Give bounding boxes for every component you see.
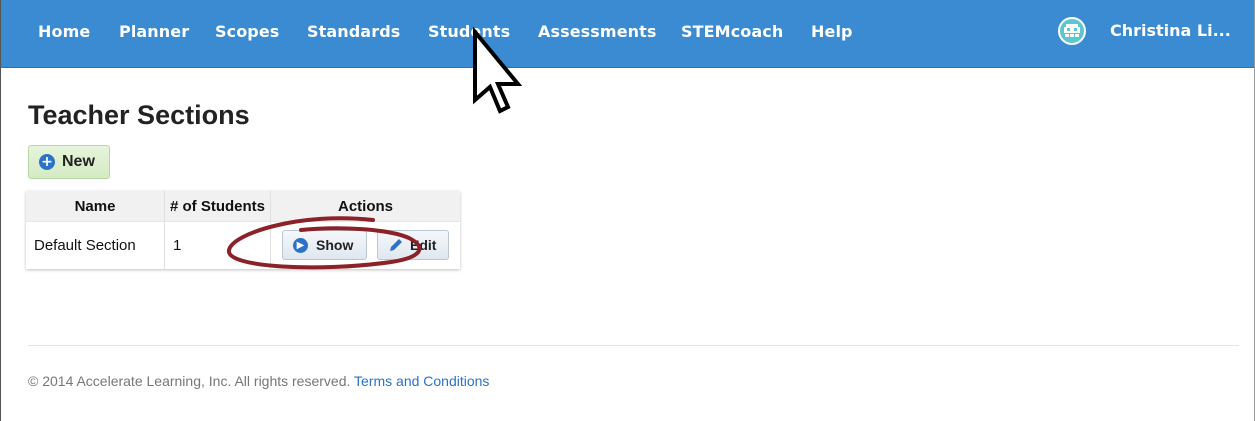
user-menu[interactable]: Christina Li... <box>1110 21 1231 40</box>
footer-divider <box>28 345 1239 346</box>
nav-students[interactable]: Students <box>428 22 510 41</box>
table-header-row: Name # of Students Actions <box>26 191 460 222</box>
arrow-right-circle-icon: ▶ <box>293 237 308 253</box>
nav-assessments[interactable]: Assessments <box>538 22 657 41</box>
nav-standards[interactable]: Standards <box>307 22 400 41</box>
pencil-icon <box>390 239 402 251</box>
terms-link[interactable]: Terms and Conditions <box>354 373 489 389</box>
nav-scopes[interactable]: Scopes <box>215 22 279 41</box>
column-header-students: # of Students <box>164 191 271 222</box>
copyright-text: © 2014 Accelerate Learning, Inc. All rig… <box>28 373 351 389</box>
show-button[interactable]: ▶ Show <box>282 230 367 260</box>
pixel-avatar-icon[interactable] <box>1058 17 1086 45</box>
section-name-cell: Default Section <box>26 221 165 269</box>
nav-stemcoach[interactable]: STEMcoach <box>681 22 783 41</box>
edit-button[interactable]: Edit <box>377 230 449 260</box>
nav-home[interactable]: Home <box>38 22 90 41</box>
new-button-label: New <box>62 153 95 170</box>
new-section-button[interactable]: + New <box>28 145 110 179</box>
app-frame: Home Planner Scopes Standards Students A… <box>0 0 1255 421</box>
column-header-actions: Actions <box>270 191 460 222</box>
nav-help[interactable]: Help <box>811 22 853 41</box>
nav-planner[interactable]: Planner <box>119 22 189 41</box>
edit-button-label: Edit <box>410 237 437 253</box>
pixel-avatar-glyph <box>1064 24 1080 37</box>
column-header-name: Name <box>26 191 165 222</box>
footer: © 2014 Accelerate Learning, Inc. All rig… <box>28 373 489 389</box>
page-title: Teacher Sections <box>28 100 250 130</box>
student-count-cell: 1 <box>164 221 271 269</box>
plus-circle-icon: + <box>39 154 55 170</box>
show-button-label: Show <box>316 237 354 253</box>
top-navbar: Home Planner Scopes Standards Students A… <box>1 0 1254 68</box>
